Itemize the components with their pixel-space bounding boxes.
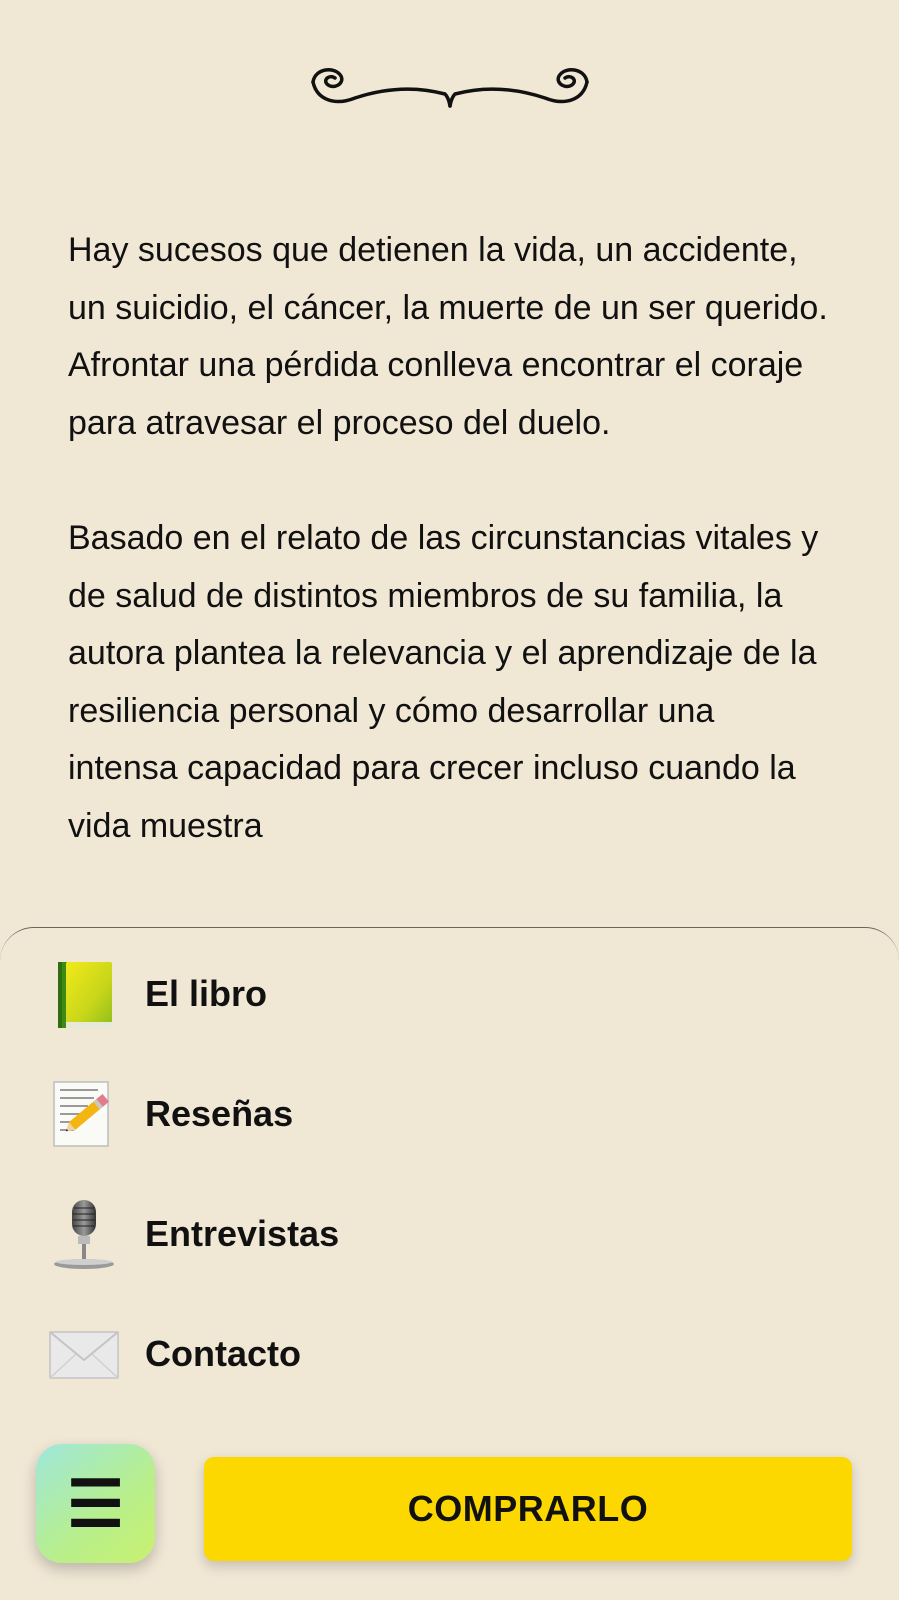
intro-paragraph: Hay sucesos que detienen la vida, un acc… xyxy=(68,231,828,442)
menu-item-resenas[interactable]: Reseñas xyxy=(0,1078,899,1178)
hamburger-menu-icon: ☰ xyxy=(66,1467,125,1540)
menu-item-el-libro[interactable]: El libro xyxy=(0,958,899,1058)
intro-text: Hay sucesos que detienen la vida, un acc… xyxy=(68,222,828,913)
buy-button[interactable]: COMPRARLO xyxy=(204,1457,852,1561)
menu-item-label: Entrevistas xyxy=(145,1213,340,1254)
microphone-icon xyxy=(54,1200,114,1269)
menu-toggle-button[interactable]: ☰ xyxy=(36,1444,155,1563)
menu-item-entrevistas[interactable]: Entrevistas xyxy=(0,1198,899,1298)
flourish-divider-icon xyxy=(311,68,589,108)
menu-item-label: Reseñas xyxy=(145,1093,294,1134)
menu-item-label: Contacto xyxy=(145,1333,301,1374)
intro-paragraph: Basado en el relato de las circunstancia… xyxy=(68,518,819,845)
book-icon xyxy=(58,962,112,1028)
envelope-icon xyxy=(49,1331,119,1379)
buy-button-label: COMPRARLO xyxy=(407,1488,649,1529)
menu-item-contacto[interactable]: Contacto xyxy=(0,1318,899,1418)
memo-pencil-icon xyxy=(53,1081,109,1147)
menu-item-label: El libro xyxy=(145,973,268,1014)
